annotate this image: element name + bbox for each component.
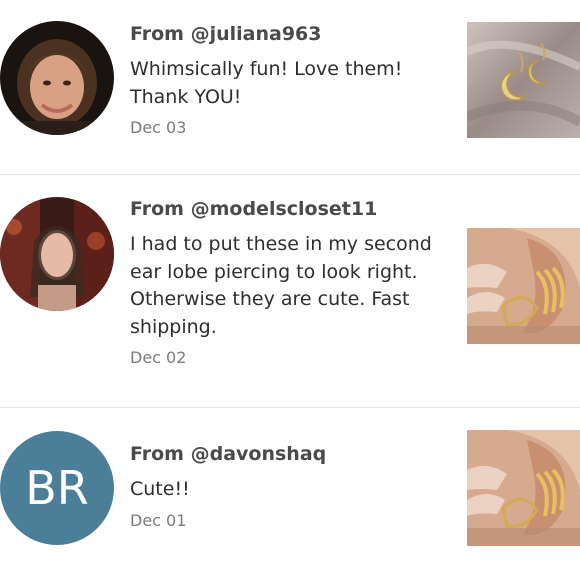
product-thumbnail[interactable]: [467, 228, 580, 344]
product-thumbnail[interactable]: [467, 430, 580, 546]
review-feed: From @juliana963 Whimsically fun! Love t…: [0, 0, 580, 580]
avatar[interactable]: [0, 197, 114, 311]
review-content: From @modelscloset11 I had to put these …: [130, 196, 450, 369]
gold-claw-ear-cuff-icon: [467, 430, 580, 546]
review-date: Dec 03: [130, 118, 187, 137]
review-text: Whimsically fun! Love them! Thank YOU!: [130, 58, 403, 108]
review-item: From @juliana963 Whimsically fun! Love t…: [0, 0, 580, 174]
avatar[interactable]: [0, 21, 114, 135]
avatar-initials: BR: [25, 461, 89, 515]
review-content: From @juliana963 Whimsically fun! Love t…: [130, 21, 450, 139]
user-photo-icon: [0, 197, 114, 311]
review-text: Cute!!: [130, 478, 190, 500]
crescent-moon-earrings-icon: [467, 22, 580, 138]
review-author[interactable]: From @davonshaq: [130, 441, 450, 467]
review-author[interactable]: From @juliana963: [130, 21, 450, 47]
review-author[interactable]: From @modelscloset11: [130, 196, 450, 222]
review-item: From @modelscloset11 I had to put these …: [0, 175, 580, 407]
review-content: From @davonshaq Cute!! Dec 01: [130, 441, 450, 532]
review-date: Dec 02: [130, 348, 187, 367]
gold-claw-ear-cuff-icon: [467, 228, 580, 344]
review-item: BR From @davonshaq Cute!! Dec 01: [0, 408, 580, 580]
review-text: I had to put these in my second ear lobe…: [130, 233, 432, 338]
review-date: Dec 01: [130, 510, 187, 530]
user-photo-icon: [0, 21, 114, 135]
avatar[interactable]: BR: [0, 431, 114, 545]
product-thumbnail[interactable]: [467, 22, 580, 138]
